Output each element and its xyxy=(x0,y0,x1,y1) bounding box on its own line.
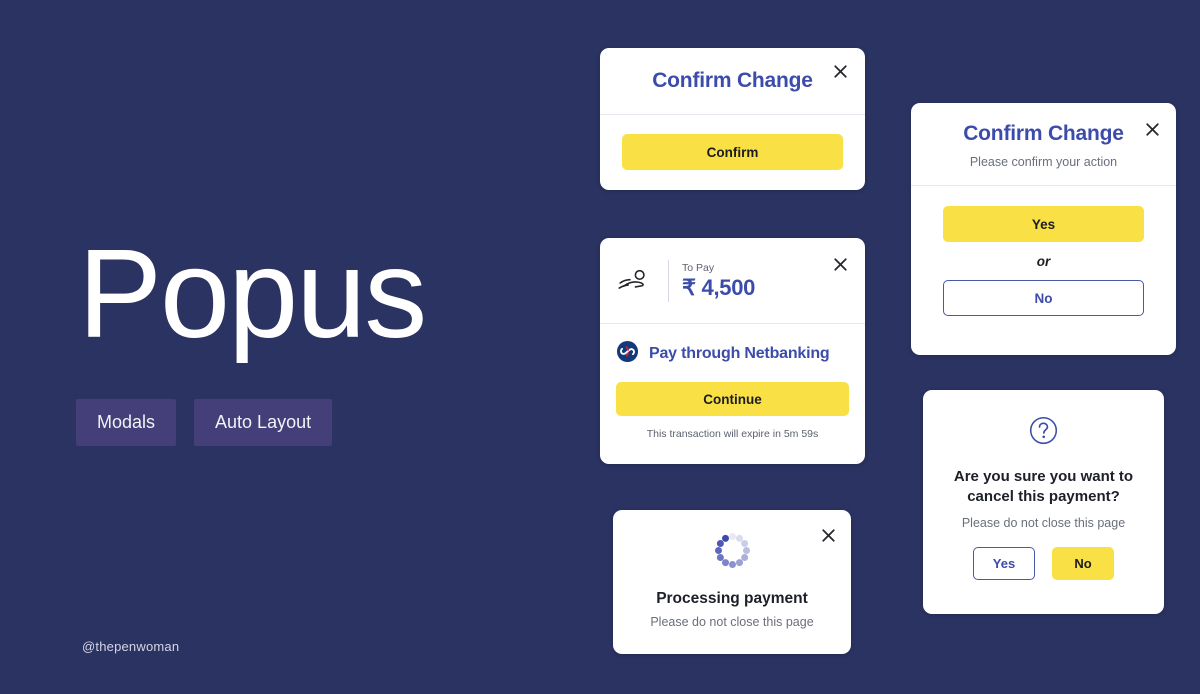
tag-row: Modals Auto Layout xyxy=(76,399,333,446)
modal-cancel-payment: Are you sure you want to cancel this pay… xyxy=(923,390,1164,614)
modal-confirm-change-yes-no: Confirm Change Please confirm your actio… xyxy=(911,103,1176,355)
continue-button[interactable]: Continue xyxy=(616,382,849,416)
yes-button[interactable]: Yes xyxy=(943,206,1144,242)
expiry-note: This transaction will expire in 5m 59s xyxy=(646,428,819,440)
modal-processing-payment: Processing payment Please do not close t… xyxy=(613,510,851,654)
modal-footer: Yes No xyxy=(923,546,1164,580)
payment-method-row[interactable]: Pay through Netbanking xyxy=(600,324,865,368)
close-icon[interactable] xyxy=(830,254,850,274)
payment-method-label: Pay through Netbanking xyxy=(649,345,830,362)
cancel-subtitle: Please do not close this page xyxy=(961,515,1126,530)
modal-header: To Pay ₹ 4,500 xyxy=(600,238,865,323)
modal-title: Confirm Change xyxy=(652,69,813,92)
canvas: Popus Modals Auto Layout @thepenwoman Co… xyxy=(0,0,1200,694)
hand-holding-coin-icon xyxy=(618,268,654,294)
question-mark-circle-icon xyxy=(1028,415,1059,451)
modal-payment-netbanking: To Pay ₹ 4,500 Pay through Netbanking Co xyxy=(600,238,865,464)
page-title: Popus xyxy=(78,223,427,364)
modal-footer: Continue This transaction will expire in… xyxy=(600,368,865,440)
modal-subtitle: Please confirm your action xyxy=(969,155,1118,169)
to-pay-label: To Pay xyxy=(682,261,715,274)
modal-header: Confirm Change Please confirm your actio… xyxy=(911,103,1176,185)
close-icon[interactable] xyxy=(1142,119,1162,139)
watermark-handle: @thepenwoman xyxy=(82,639,180,654)
tag-modals[interactable]: Modals xyxy=(76,399,177,446)
processing-subtitle: Please do not close this page xyxy=(650,615,814,629)
cancel-title: Are you sure you want to cancel this pay… xyxy=(953,468,1134,505)
yes-button[interactable]: Yes xyxy=(973,546,1035,580)
no-button[interactable]: No xyxy=(1052,546,1114,580)
amount-value: ₹ 4,500 xyxy=(682,275,756,301)
modal-header: Confirm Change xyxy=(600,48,865,114)
close-icon[interactable] xyxy=(830,61,850,81)
modal-confirm-change-simple: Confirm Change Confirm xyxy=(600,48,865,190)
icon-container xyxy=(923,390,1164,451)
modal-footer: Yes or No xyxy=(911,186,1176,316)
modal-title: Confirm Change xyxy=(963,122,1124,145)
tag-auto-layout[interactable]: Auto Layout xyxy=(194,399,333,446)
processing-title: Processing payment xyxy=(656,590,808,607)
close-icon[interactable] xyxy=(818,525,838,545)
no-button[interactable]: No xyxy=(943,280,1144,316)
amount-block: To Pay ₹ 4,500 xyxy=(682,261,755,301)
divider-vertical xyxy=(668,259,669,302)
loading-spinner-icon xyxy=(712,530,752,570)
modal-footer: Confirm xyxy=(600,115,865,170)
confirm-button[interactable]: Confirm xyxy=(622,134,843,170)
hero-block: Popus xyxy=(78,223,548,364)
netbanking-bank-logo-icon xyxy=(616,340,639,368)
spinner-container xyxy=(613,510,851,570)
or-label: or xyxy=(1036,254,1051,269)
